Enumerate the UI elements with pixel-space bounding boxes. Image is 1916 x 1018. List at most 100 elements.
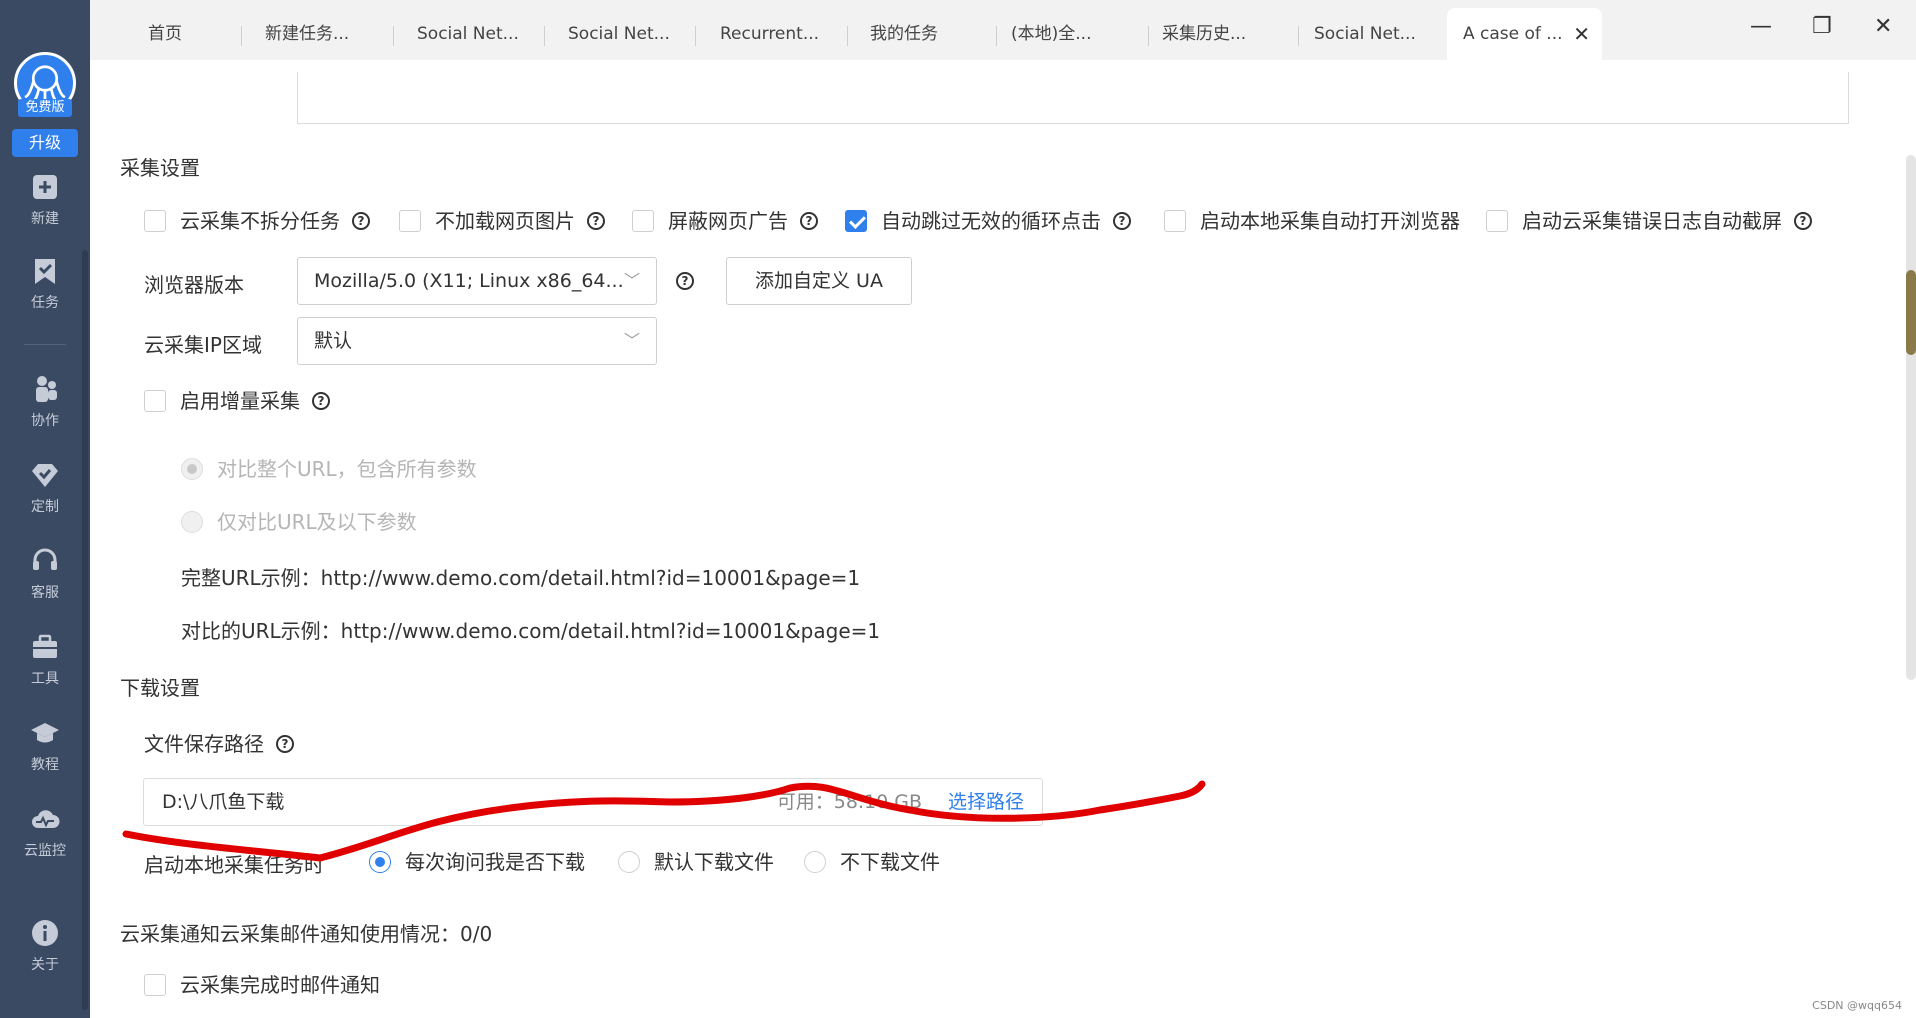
restore-icon[interactable]: ❐	[1812, 14, 1832, 39]
collect-settings-title: 采集设置	[120, 156, 200, 180]
tab-local-all[interactable]: (本地)全...	[995, 8, 1140, 60]
sidebar-item-label: 云监控	[24, 843, 66, 859]
help-icon[interactable]: ?	[800, 211, 818, 230]
help-icon[interactable]: ?	[1794, 211, 1812, 230]
free-edition-badge: 免费版	[18, 99, 72, 117]
radio-label: 默认下载文件	[654, 850, 774, 874]
tab-social-net-2[interactable]: Social Net...	[552, 8, 697, 60]
choose-path-link[interactable]: 选择路径	[948, 779, 1024, 825]
help-icon[interactable]: ?	[1113, 211, 1131, 230]
sidebar-item-tasks[interactable]: 任务	[0, 256, 90, 312]
sidebar-item-label: 关于	[31, 957, 59, 973]
help-icon[interactable]: ?	[276, 734, 294, 753]
option-auto-screenshot[interactable]: 启动云采集错误日志自动截屏?	[1486, 208, 1812, 234]
description-textarea[interactable]	[297, 72, 1849, 124]
radio-compare-partial-url[interactable]: 仅对比URL及以下参数	[181, 509, 417, 535]
radio-button[interactable]	[181, 457, 203, 480]
tab-recurrent[interactable]: Recurrent...	[704, 8, 849, 60]
sidebar-item-tutorial[interactable]: 教程	[0, 718, 90, 774]
upgrade-button[interactable]: 升级	[12, 129, 78, 157]
sidebar-item-about[interactable]: 关于	[0, 918, 90, 974]
option-auto-open-browser[interactable]: 启动本地采集自动打开浏览器	[1164, 208, 1460, 234]
checkbox[interactable]	[632, 209, 654, 232]
tab-social-net-3[interactable]: Social Net...	[1298, 8, 1443, 60]
cloud-pulse-icon	[32, 810, 60, 828]
radio-default-download[interactable]: 默认下载文件	[618, 849, 774, 875]
sidebar-item-label: 工具	[31, 671, 59, 687]
browser-version-label: 浏览器版本	[144, 273, 244, 297]
sidebar-item-cloud-monitor[interactable]: 云监控	[0, 804, 90, 860]
tab-my-tasks[interactable]: 我的任务	[854, 8, 999, 60]
option-label: 云采集完成时邮件通知	[180, 973, 380, 997]
sidebar-item-tools[interactable]: 工具	[0, 632, 90, 688]
checkbox[interactable]	[1486, 209, 1508, 232]
sidebar-scrollbar[interactable]	[82, 250, 88, 1010]
cloud-ip-region-select[interactable]: 默认 ﹀	[297, 317, 657, 365]
help-icon[interactable]: ?	[676, 272, 694, 290]
select-value: 默认	[314, 330, 353, 352]
checkbox[interactable]	[1164, 209, 1186, 232]
sidebar-item-new[interactable]: 新建	[0, 172, 90, 228]
radio-ask-download[interactable]: 每次询问我是否下载	[369, 849, 585, 875]
download-settings-title: 下载设置	[120, 676, 200, 700]
add-custom-ua-button[interactable]: 添加自定义 UA	[726, 257, 912, 305]
checkbox-checked[interactable]	[845, 209, 867, 232]
checkbox[interactable]	[399, 209, 421, 232]
tab-home[interactable]: 首页	[132, 8, 252, 60]
radio-button[interactable]	[804, 850, 826, 873]
tab-social-net-1[interactable]: Social Net...	[401, 8, 546, 60]
users-icon	[36, 376, 57, 402]
option-incremental-collect[interactable]: 启用增量采集?	[144, 388, 330, 414]
radio-compare-full-url[interactable]: 对比整个URL，包含所有参数	[181, 456, 477, 482]
sidebar-item-label: 教程	[31, 757, 59, 773]
minimize-icon[interactable]: —	[1750, 14, 1772, 39]
sidebar-item-support[interactable]: 客服	[0, 546, 90, 602]
tab-divider	[847, 26, 848, 46]
help-icon[interactable]: ?	[587, 211, 605, 230]
info-icon	[32, 920, 58, 946]
tab-a-case-of[interactable]: A case of ... ✕	[1447, 8, 1602, 60]
checkbox[interactable]	[144, 389, 166, 412]
save-path-label: 文件保存路径?	[144, 728, 294, 757]
app-window: 免费版 升级 新建 任务 协作 定制 客服 工具 教程 云监控 关于 首页 新建…	[0, 0, 1916, 1018]
option-block-ads[interactable]: 屏蔽网页广告?	[632, 208, 818, 234]
close-icon[interactable]: ✕	[1573, 8, 1590, 60]
tab-new-task[interactable]: 新建任务...	[249, 8, 394, 60]
radio-label: 对比整个URL，包含所有参数	[217, 457, 477, 481]
full-url-example: 完整URL示例：http://www.demo.com/detail.html?…	[181, 566, 861, 590]
radio-button[interactable]	[181, 510, 203, 533]
tab-collect-history[interactable]: 采集历史...	[1146, 8, 1291, 60]
option-label: 不加载网页图片	[435, 209, 575, 233]
option-label: 屏蔽网页广告	[668, 209, 788, 233]
option-label: 启动云采集错误日志自动截屏	[1522, 209, 1782, 233]
save-path-field[interactable]: D:\八爪鱼下载 可用：58.10 GB 选择路径	[143, 778, 1043, 826]
option-skip-invalid-loop[interactable]: 自动跳过无效的循环点击?	[845, 208, 1131, 234]
sidebar-item-label: 定制	[31, 499, 59, 515]
tab-divider	[241, 26, 242, 46]
settings-content: 采集设置 云采集不拆分任务? 不加载网页图片? 屏蔽网页广告? 自动跳过无效的循…	[90, 60, 1900, 1018]
content-scrollbar-thumb[interactable]	[1906, 270, 1916, 355]
radio-no-download[interactable]: 不下载文件	[804, 849, 940, 875]
sidebar-divider	[24, 344, 66, 345]
sidebar-item-custom[interactable]: 定制	[0, 460, 90, 516]
checkbox[interactable]	[144, 209, 166, 232]
content-scrollbar-track[interactable]	[1906, 155, 1916, 680]
help-icon[interactable]: ?	[312, 391, 330, 410]
option-cloud-no-split[interactable]: 云采集不拆分任务?	[144, 208, 370, 234]
sidebar: 免费版 升级 新建 任务 协作 定制 客服 工具 教程 云监控 关于	[0, 0, 90, 1018]
diamond-check-icon	[32, 464, 58, 487]
checkbox[interactable]	[144, 973, 166, 996]
radio-button[interactable]	[369, 850, 391, 873]
on-start-local-label: 启动本地采集任务时	[144, 853, 324, 877]
radio-label: 不下载文件	[840, 850, 940, 874]
option-no-images[interactable]: 不加载网页图片?	[399, 208, 605, 234]
window-close-icon[interactable]: ✕	[1874, 14, 1892, 39]
option-label: 启动本地采集自动打开浏览器	[1200, 209, 1460, 233]
option-email-on-complete[interactable]: 云采集完成时邮件通知	[144, 972, 380, 998]
help-icon[interactable]: ?	[352, 211, 370, 230]
sidebar-item-collaborate[interactable]: 协作	[0, 374, 90, 430]
chevron-down-icon: ﹀	[623, 271, 640, 290]
browser-version-select[interactable]: Mozilla/5.0 (X11; Linux x86_64... ﹀	[297, 257, 657, 305]
radio-button[interactable]	[618, 850, 640, 873]
sidebar-item-label: 客服	[31, 585, 59, 601]
